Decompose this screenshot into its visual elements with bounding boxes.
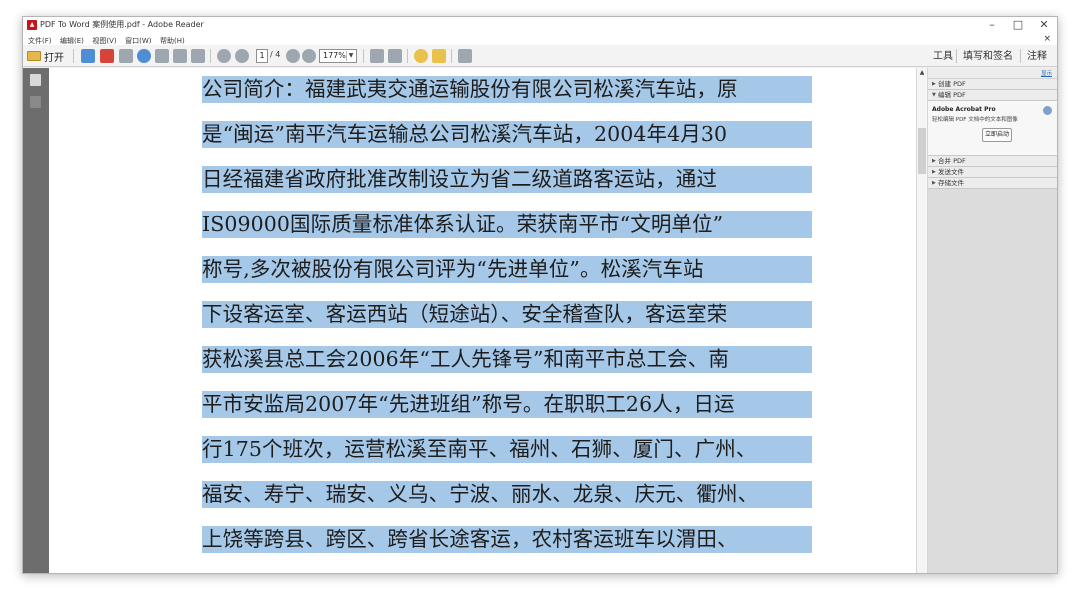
- section-label: 编辑 PDF: [938, 91, 966, 99]
- page-thumbnails-icon[interactable]: [30, 74, 41, 86]
- section-label: 合并 PDF: [938, 157, 966, 165]
- text-line[interactable]: 上饶等跨县、跨区、跨省长途客运，农村客运班车以渭田、: [202, 526, 812, 571]
- section-store-files[interactable]: ▶ 存储文件: [928, 178, 1057, 189]
- toolbar-divider: [407, 49, 408, 63]
- selected-text[interactable]: 称号,多次被股份有限公司评为“先进单位”。松溪汽车站: [202, 256, 812, 283]
- adobe-reader-icon: ▲: [27, 20, 37, 30]
- chevron-down-icon: ▼: [932, 92, 936, 98]
- selected-text[interactable]: 上饶等跨县、跨区、跨省长途客运，农村客运班车以渭田、: [202, 526, 812, 553]
- text-line[interactable]: 下设客运室、客运西站（短途站）、安全稽查队，客运室荣: [202, 301, 812, 346]
- scroll-thumb[interactable]: [918, 128, 926, 174]
- promo-description: 轻松编辑 PDF 文档中的文本和图像: [932, 117, 1018, 123]
- section-label: 发送文件: [938, 168, 964, 176]
- open-label: 打开: [44, 52, 64, 64]
- adobe-reader-window: ▲ PDF To Word 案例使用.pdf - Adobe Reader – …: [22, 16, 1058, 574]
- toolbar-divider: [1020, 49, 1021, 63]
- convert-pdf-icon[interactable]: [100, 49, 114, 63]
- open-button[interactable]: 打开: [27, 48, 64, 64]
- selected-text[interactable]: IS09000国际质量标准体系认证。荣获南平市“文明单位”: [202, 211, 812, 238]
- expand-icon[interactable]: [458, 49, 472, 63]
- page-content: 公司简介：福建武夷交通运输股份有限公司松溪汽车站，原 是“闽运”南平汽车运输总公…: [202, 76, 812, 571]
- highlight-icon[interactable]: [432, 49, 446, 63]
- email-icon[interactable]: [191, 49, 205, 63]
- tools-pane: 显示 ▶ 创建 PDF ▼ 编辑 PDF Adobe Acrobat Pro 轻…: [928, 68, 1057, 573]
- page-count: / 4: [270, 50, 281, 59]
- close-document-button[interactable]: ×: [1043, 33, 1051, 45]
- chevron-right-icon: ▶: [932, 180, 936, 186]
- acrobat-icon: [1043, 106, 1052, 115]
- section-label: 存储文件: [938, 179, 964, 187]
- vertical-scrollbar[interactable]: ▲: [916, 68, 928, 573]
- text-line[interactable]: 公司简介：福建武夷交通运输股份有限公司松溪汽车站，原: [202, 76, 812, 121]
- start-now-button[interactable]: 立即启动: [982, 128, 1012, 142]
- selected-text[interactable]: 日经福建省政府批准改制设立为省二级道路客运站，通过: [202, 166, 812, 193]
- chevron-right-icon: ▶: [932, 158, 936, 164]
- text-line[interactable]: 日经福建省政府批准改制设立为省二级道路客运站，通过: [202, 166, 812, 211]
- scroll-up-arrow-icon[interactable]: ▲: [917, 68, 927, 78]
- text-line[interactable]: 平市安监局2007年“先进班组”称号。在职职工26人，日运: [202, 391, 812, 436]
- save-icon[interactable]: [155, 49, 169, 63]
- title-bar: ▲ PDF To Word 案例使用.pdf - Adobe Reader – …: [23, 17, 1057, 33]
- selected-text[interactable]: 行175个班次，运营松溪至南平、福州、石狮、厦门、广州、: [202, 436, 812, 463]
- comment-icon[interactable]: [414, 49, 428, 63]
- page-number-input[interactable]: 1: [256, 49, 268, 63]
- toolbar-divider: [363, 49, 364, 63]
- navigation-pane: [23, 68, 49, 573]
- text-line[interactable]: 是“闽运”南平汽车运输总公司松溪汽车站，2004年4月30: [202, 121, 812, 166]
- close-button[interactable]: ✕: [1031, 17, 1057, 33]
- selected-text[interactable]: 公司简介：福建武夷交通运输股份有限公司松溪汽车站，原: [202, 76, 812, 103]
- fit-width-icon[interactable]: [388, 49, 402, 63]
- menu-bar: 文件(F) 编辑(E) 视图(V) 窗口(W) 帮助(H) ×: [23, 33, 1057, 45]
- chevron-right-icon: ▶: [932, 81, 936, 87]
- pane-header: 显示: [928, 68, 1057, 79]
- toolbar-divider: [956, 49, 957, 63]
- zoom-value: 177%: [323, 51, 346, 60]
- chevron-down-icon[interactable]: ▼: [346, 51, 355, 61]
- section-send-files[interactable]: ▶ 发送文件: [928, 167, 1057, 178]
- toolbar: 打开 1 / 4 177% ▼ 工具 填写和签名 注释: [23, 45, 1057, 67]
- section-label: 创建 PDF: [938, 80, 966, 88]
- cloud-upload-icon[interactable]: [137, 49, 151, 63]
- document-view[interactable]: 公司简介：福建武夷交通运输股份有限公司松溪汽车站，原 是“闽运”南平汽车运输总公…: [49, 68, 916, 573]
- toolbar-divider: [210, 49, 211, 63]
- next-page-icon[interactable]: [235, 49, 249, 63]
- selected-text[interactable]: 福安、寿宁、瑞安、义乌、宁波、丽水、龙泉、庆元、衢州、: [202, 481, 812, 508]
- selected-text[interactable]: 下设客运室、客运西站（短途站）、安全稽查队，客运室荣: [202, 301, 812, 328]
- maximize-button[interactable]: □: [1005, 17, 1031, 33]
- tab-fill-sign[interactable]: 填写和签名: [963, 48, 1013, 65]
- edit-document-icon[interactable]: [119, 49, 133, 63]
- text-line[interactable]: IS09000国际质量标准体系认证。荣获南平市“文明单位”: [202, 211, 812, 256]
- selected-text[interactable]: 平市安监局2007年“先进班组”称号。在职职工26人，日运: [202, 391, 812, 418]
- text-line[interactable]: 称号,多次被股份有限公司评为“先进单位”。松溪汽车站: [202, 256, 812, 301]
- text-line[interactable]: 行175个班次，运营松溪至南平、福州、石狮、厦门、广州、: [202, 436, 812, 481]
- fit-page-icon[interactable]: [370, 49, 384, 63]
- selected-text[interactable]: 获松溪县总工会2006年“工人先锋号”和南平市总工会、南: [202, 346, 812, 373]
- text-line[interactable]: 获松溪县总工会2006年“工人先锋号”和南平市总工会、南: [202, 346, 812, 391]
- folder-icon: [27, 51, 41, 61]
- zoom-select[interactable]: 177% ▼: [319, 49, 357, 63]
- show-link[interactable]: 显示: [1041, 69, 1052, 77]
- minimize-button[interactable]: –: [979, 17, 1005, 33]
- print-icon[interactable]: [173, 49, 187, 63]
- promo-title: Adobe Acrobat Pro: [932, 106, 996, 113]
- toolbar-divider: [451, 49, 452, 63]
- window-title: PDF To Word 案例使用.pdf - Adobe Reader: [40, 20, 204, 29]
- chevron-right-icon: ▶: [932, 169, 936, 175]
- tab-comment[interactable]: 注释: [1027, 48, 1047, 65]
- text-line[interactable]: 福安、寿宁、瑞安、义乌、宁波、丽水、龙泉、庆元、衢州、: [202, 481, 812, 526]
- toolbar-divider: [73, 49, 74, 63]
- attachment-icon[interactable]: [30, 96, 41, 108]
- selected-text[interactable]: 是“闽运”南平汽车运输总公司松溪汽车站，2004年4月30: [202, 121, 812, 148]
- tab-tools[interactable]: 工具: [933, 48, 953, 65]
- acrobat-promo: Adobe Acrobat Pro 轻松编辑 PDF 文档中的文本和图像 立即启…: [928, 101, 1057, 156]
- create-pdf-icon[interactable]: [81, 49, 95, 63]
- section-create-pdf[interactable]: ▶ 创建 PDF: [928, 79, 1057, 90]
- zoom-out-icon[interactable]: [286, 49, 300, 63]
- zoom-in-icon[interactable]: [302, 49, 316, 63]
- section-edit-pdf[interactable]: ▼ 编辑 PDF: [928, 90, 1057, 101]
- section-combine-pdf[interactable]: ▶ 合并 PDF: [928, 156, 1057, 167]
- previous-page-icon[interactable]: [217, 49, 231, 63]
